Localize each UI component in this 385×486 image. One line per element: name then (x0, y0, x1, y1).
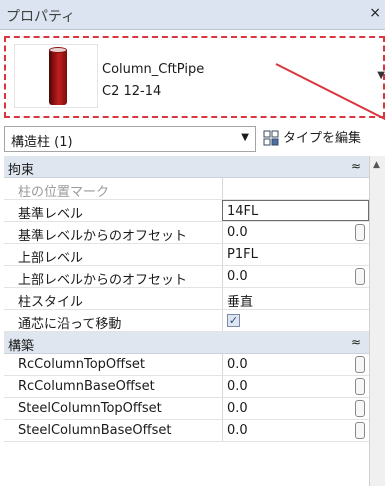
property-value-cell[interactable]: 0.0 (222, 354, 369, 375)
property-row: 柱スタイル 垂直 (4, 288, 369, 310)
property-name: 基準レベルからのオフセット (18, 229, 188, 243)
group-header-constraints[interactable]: 拘束 ≈ (4, 156, 369, 178)
property-value (222, 178, 369, 199)
vertical-scrollbar[interactable]: ▲ (369, 156, 385, 486)
associate-parameter-button[interactable] (355, 268, 365, 285)
property-name: 基準レベル (18, 207, 84, 221)
chevron-down-icon[interactable]: ▼ (241, 132, 249, 143)
property-row: 基準レベルからのオフセット 0.0 (4, 222, 369, 244)
property-row: 柱の位置マーク (4, 178, 369, 200)
instance-filter-select[interactable]: 構造柱 (1) ▼ (4, 126, 256, 152)
property-value-cell[interactable]: 0.0 (222, 266, 369, 287)
property-value[interactable]: P1FL (222, 244, 369, 265)
associate-parameter-button[interactable] (355, 400, 365, 417)
property-name: 柱の位置マーク (18, 185, 110, 199)
group-label: 構築 (8, 339, 35, 354)
column-preview-top (49, 47, 67, 53)
property-name: 上部レベルからのオフセット (18, 273, 188, 287)
property-value-cell[interactable]: 0.0 (222, 398, 369, 419)
property-value: 0.0 (227, 225, 248, 240)
property-value-cell[interactable]: 0.0 (222, 420, 369, 441)
edit-type-icon (263, 130, 279, 146)
property-value: 0.0 (227, 379, 248, 394)
group-label: 拘束 (8, 163, 35, 178)
type-dropdown-icon[interactable]: ▼ (377, 70, 385, 81)
property-row: RcColumnBaseOffset 0.0 (4, 376, 369, 398)
property-name: RcColumnBaseOffset (18, 379, 155, 394)
close-icon[interactable]: × (369, 5, 381, 21)
property-row: RcColumnTopOffset 0.0 (4, 354, 369, 376)
property-row: 通芯に沿って移動 ✓ (4, 310, 369, 332)
edit-type-button[interactable]: タイプを編集 (261, 127, 361, 151)
property-row: 基準レベル 14FL (4, 200, 369, 222)
associate-parameter-button[interactable] (355, 224, 365, 241)
type-selector[interactable]: Column_CftPipe C2 12-14 ▼ (4, 36, 385, 120)
annotation-line (275, 63, 385, 120)
property-value-cell[interactable]: 0.0 (222, 222, 369, 243)
move-with-grids-checkbox[interactable]: ✓ (227, 314, 240, 327)
type-thumbnail (14, 44, 98, 108)
property-value-cell: ✓ (222, 310, 369, 331)
property-name: RcColumnTopOffset (18, 357, 145, 372)
property-row: 上部レベルからのオフセット 0.0 (4, 266, 369, 288)
property-row: 上部レベル P1FL (4, 244, 369, 266)
property-value[interactable]: 垂直 (222, 288, 369, 310)
column-preview-icon (49, 49, 67, 105)
associate-parameter-button[interactable] (355, 422, 365, 439)
base-level-field[interactable]: 14FL (222, 200, 369, 221)
family-name: Column_CftPipe (102, 62, 205, 77)
property-name: 上部レベル (18, 251, 84, 265)
property-row: SteelColumnBaseOffset 0.0 (4, 420, 369, 442)
property-value: 0.0 (227, 269, 248, 284)
collapse-icon[interactable]: ≈ (351, 159, 361, 173)
group-header-construction[interactable]: 構築 ≈ (4, 332, 369, 354)
properties-grid: 拘束 ≈ 柱の位置マーク 基準レベル 14FL 基準レベルからのオフセット 0.… (4, 156, 369, 442)
property-name: SteelColumnBaseOffset (18, 423, 172, 438)
instance-selector-row: 構造柱 (1) ▼ タイプを編集 (4, 126, 385, 152)
type-name: C2 12-14 (102, 84, 162, 99)
panel-title: プロパティ (6, 9, 76, 25)
property-value-cell[interactable]: 0.0 (222, 376, 369, 397)
property-value: 0.0 (227, 423, 248, 438)
associate-parameter-button[interactable] (355, 378, 365, 395)
property-name: 通芯に沿って移動 (18, 317, 122, 331)
property-value: 0.0 (227, 401, 248, 416)
property-name: SteelColumnTopOffset (18, 401, 162, 416)
collapse-icon[interactable]: ≈ (351, 335, 361, 349)
scroll-up-icon[interactable]: ▲ (373, 160, 380, 170)
edit-type-label: タイプを編集 (283, 131, 362, 146)
title-bar: プロパティ × (0, 0, 385, 30)
associate-parameter-button[interactable] (355, 356, 365, 373)
property-value: 0.0 (227, 357, 248, 372)
instance-filter-value: 構造柱 (1) (11, 135, 73, 150)
property-row: SteelColumnTopOffset 0.0 (4, 398, 369, 420)
property-name: 柱スタイル (18, 295, 84, 309)
